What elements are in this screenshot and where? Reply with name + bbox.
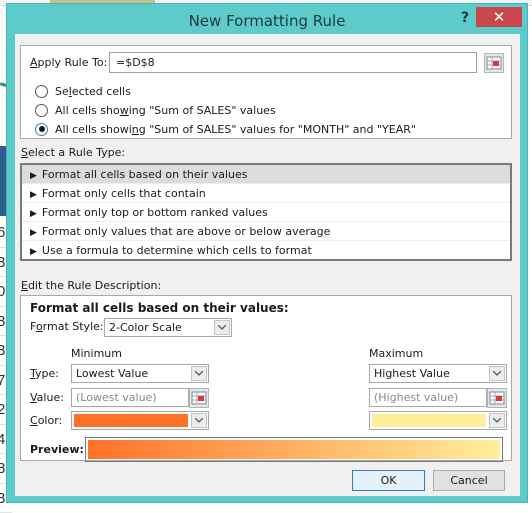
description-title: Format all cells based on their values: xyxy=(30,301,289,315)
dropdown-button[interactable] xyxy=(191,366,207,381)
accelerator-key: n xyxy=(132,123,139,136)
label-text: All cells sho xyxy=(55,104,120,117)
rule-type-item[interactable]: ▶ Format only cells that contain xyxy=(22,184,510,203)
dropdown-button[interactable] xyxy=(214,320,230,335)
accelerator-key: V xyxy=(30,391,37,404)
accelerator-key: A xyxy=(30,56,38,69)
triangle-right-icon: ▶ xyxy=(30,190,37,200)
chevron-down-icon xyxy=(493,371,501,376)
range-picker-button[interactable] xyxy=(484,53,504,73)
accelerator-key: w xyxy=(120,104,129,117)
accelerator-key: C xyxy=(30,414,38,427)
minimum-color-swatch xyxy=(74,414,188,427)
radio-selected-cells[interactable]: Selected cells xyxy=(35,82,131,100)
radio-button[interactable] xyxy=(35,85,48,98)
dropdown-button[interactable] xyxy=(489,366,505,381)
close-icon: ✕ xyxy=(493,8,506,26)
rule-type-label: Select a Rule Type: xyxy=(21,146,125,159)
close-button[interactable]: ✕ xyxy=(476,7,522,27)
chevron-down-icon xyxy=(493,418,501,423)
label-text: g "Sum of SALES" values for "MONTH" and … xyxy=(139,123,416,136)
dropdown-button[interactable] xyxy=(489,413,505,428)
range-picker-icon xyxy=(488,389,506,407)
rule-type-label-text: Format all cells based on their values xyxy=(42,168,248,181)
label-text: rmat Style: xyxy=(43,320,104,333)
dialog-title: New Formatting Rule xyxy=(7,12,527,30)
maximum-type-select[interactable]: Highest Value xyxy=(369,364,507,383)
maximum-range-picker-button[interactable] xyxy=(487,388,507,408)
rule-type-label-text: Format only top or bottom ranked values xyxy=(42,206,268,219)
chevron-down-icon xyxy=(195,371,203,376)
label-text: All cells showi xyxy=(55,123,132,136)
cancel-button[interactable]: Cancel xyxy=(433,470,505,491)
rule-type-label-text: Format only cells that contain xyxy=(42,187,206,200)
apply-rule-label: Apply Rule To: xyxy=(30,56,107,69)
chevron-down-icon xyxy=(218,325,226,330)
select-value: Highest Value xyxy=(374,367,450,380)
accelerator-key: E xyxy=(21,279,28,292)
minimum-heading: Minimum xyxy=(71,347,122,360)
select-value: Lowest Value xyxy=(76,367,148,380)
radio-label: All cells showing "Sum of SALES" values … xyxy=(55,123,416,136)
rule-type-item[interactable]: ▶ Format only values that are above or be… xyxy=(22,222,510,241)
rule-type-label-text: Use a formula to determine which cells t… xyxy=(42,244,312,257)
rule-type-item[interactable]: ▶ Format all cells based on their values xyxy=(22,165,510,184)
type-label: Type: xyxy=(30,367,59,380)
minimum-value-input[interactable]: (Lowest value) xyxy=(71,388,189,407)
accelerator-key: o xyxy=(36,320,43,333)
label-text: ype: xyxy=(35,367,59,380)
triangle-right-icon: ▶ xyxy=(30,247,37,257)
triangle-right-icon: ▶ xyxy=(30,209,37,219)
maximum-value-input[interactable]: (Highest value) xyxy=(369,388,487,407)
chevron-down-icon xyxy=(195,418,203,423)
radio-label: Selected cells xyxy=(55,85,131,98)
color-label: Color: xyxy=(30,414,62,427)
ok-button[interactable]: OK xyxy=(352,470,425,491)
apply-rule-panel: Apply Rule To: =$D$8 Selected cells All … xyxy=(20,45,512,139)
new-formatting-rule-dialog: New Formatting Rule ? ✕ Apply Rule To: =… xyxy=(6,3,528,503)
radio-label: All cells showing "Sum of SALES" values xyxy=(55,104,276,117)
rule-type-list: ▶Format all cells based on their values … xyxy=(20,163,512,261)
radio-all-sum-of-sales[interactable]: All cells showing "Sum of SALES" values xyxy=(35,101,276,119)
label-text: alue: xyxy=(37,391,64,404)
range-picker-icon xyxy=(485,54,503,72)
maximum-heading: Maximum xyxy=(369,347,423,360)
value-label: Value: xyxy=(30,391,64,404)
select-value: 2-Color Scale xyxy=(109,321,182,334)
rule-description-panel: Format all cells based on their values: … xyxy=(20,295,512,461)
label-text: olor: xyxy=(38,414,63,427)
rule-description-label: Edit the Rule Description: xyxy=(21,279,161,292)
range-picker-icon xyxy=(190,389,208,407)
rule-type-item[interactable]: ▶ Use a formula to determine which cells … xyxy=(22,241,510,260)
dialog-body: Apply Rule To: =$D$8 Selected cells All … xyxy=(15,34,520,496)
preview-bar xyxy=(85,437,503,462)
format-style-select[interactable]: 2-Color Scale xyxy=(104,318,232,337)
triangle-right-icon: ▶ xyxy=(30,171,37,181)
label-text: pply Rule To: xyxy=(38,56,108,69)
label-text: elect a Rule Type: xyxy=(28,146,125,159)
radio-button[interactable] xyxy=(35,104,48,117)
minimum-color-select[interactable] xyxy=(71,411,209,430)
accelerator-key: S xyxy=(21,146,28,159)
label-text: ing "Sum of SALES" values xyxy=(129,104,276,117)
rule-type-item[interactable]: ▶ Format only top or bottom ranked values xyxy=(22,203,510,222)
minimum-type-select[interactable]: Lowest Value xyxy=(71,364,209,383)
apply-rule-input[interactable]: =$D$8 xyxy=(109,52,477,73)
preview-label: Preview: xyxy=(30,443,84,456)
minimum-range-picker-button[interactable] xyxy=(189,388,209,408)
maximum-color-select[interactable] xyxy=(369,411,507,430)
triangle-right-icon: ▶ xyxy=(30,228,37,238)
label-text: dit the Rule Description: xyxy=(28,279,161,292)
radio-button-checked[interactable] xyxy=(35,123,48,136)
format-style-label: Format Style: xyxy=(30,320,104,333)
preview-gradient xyxy=(88,440,500,459)
radio-sum-of-sales-month-year[interactable]: All cells showing "Sum of SALES" values … xyxy=(35,120,416,138)
help-button[interactable]: ? xyxy=(455,8,475,28)
label-text: Se xyxy=(55,85,69,98)
maximum-color-swatch xyxy=(372,414,486,427)
label-text: ected cells xyxy=(72,85,131,98)
rule-type-label-text: Format only values that are above or bel… xyxy=(42,225,330,238)
dropdown-button[interactable] xyxy=(191,413,207,428)
